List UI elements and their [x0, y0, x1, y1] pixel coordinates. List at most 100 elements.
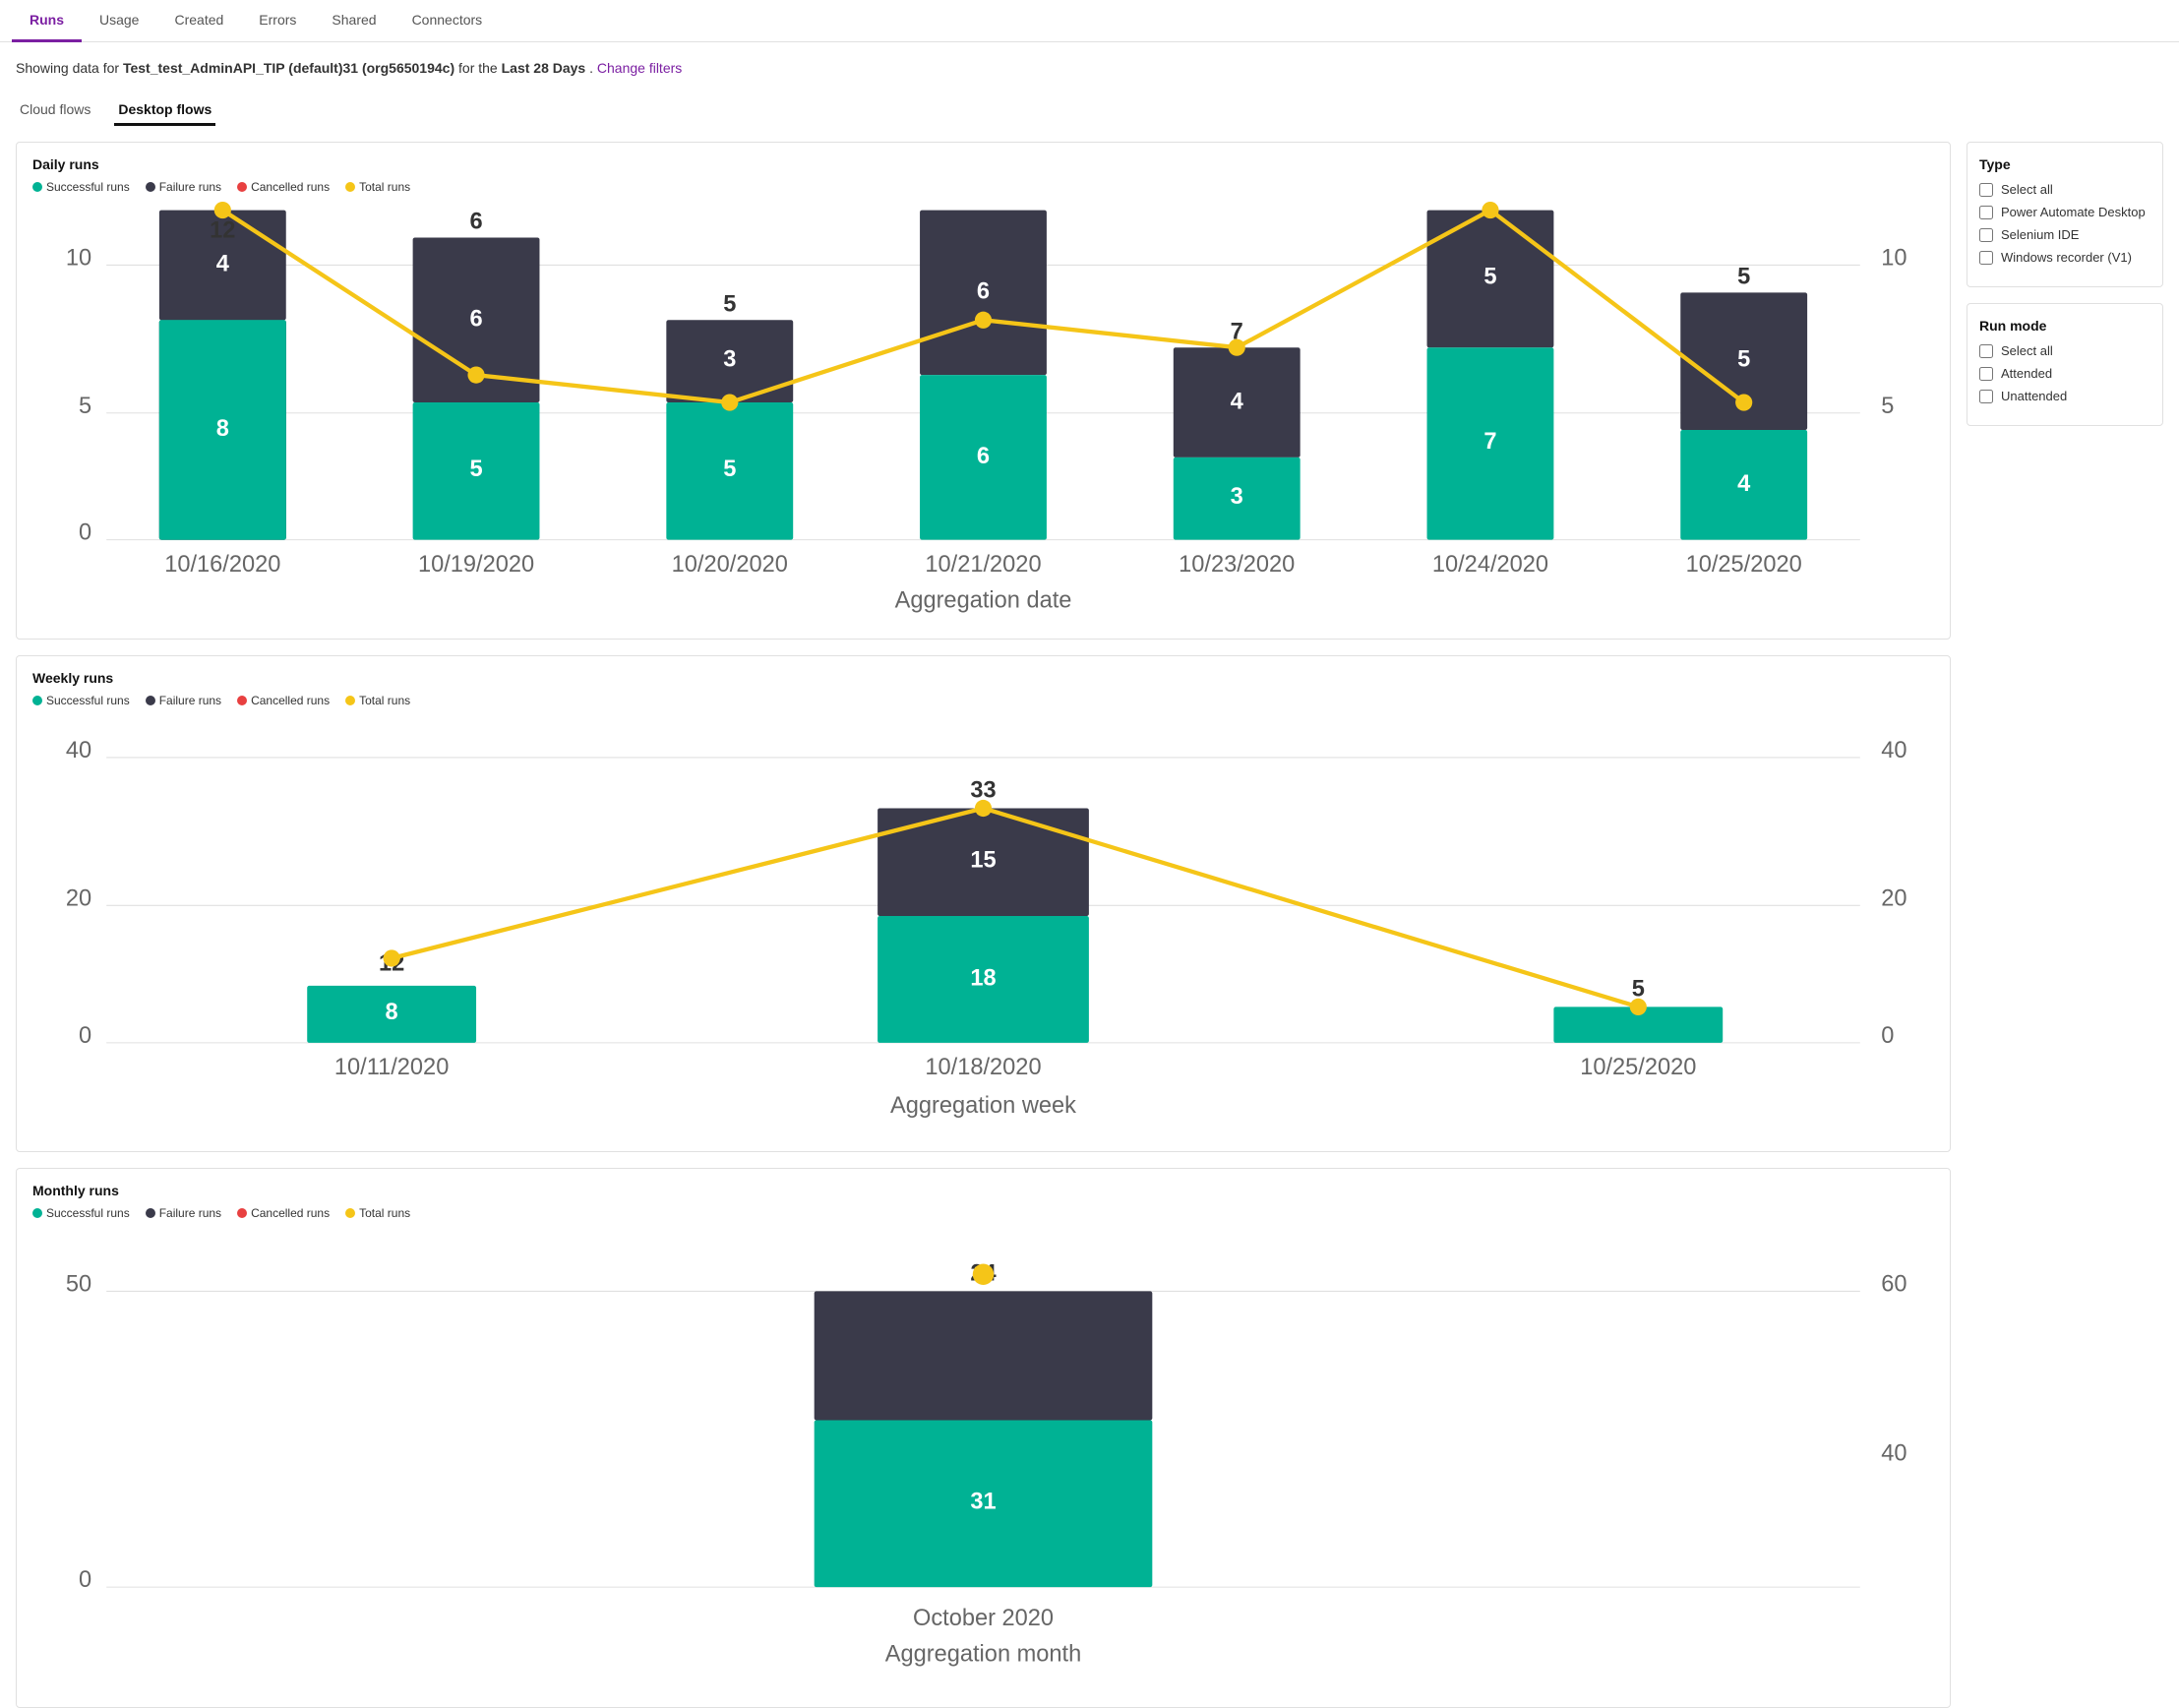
xaxis-6: 10/24/2020	[1432, 552, 1548, 578]
runmode-select-all[interactable]: Select all	[1979, 343, 2150, 358]
badge-total-4: 8	[977, 202, 990, 208]
wdot-2	[975, 799, 992, 816]
legend-label-failure: Failure runs	[159, 180, 221, 194]
wy-r20: 20	[1881, 885, 1907, 911]
monthly-label-failure: Failure runs	[159, 1206, 221, 1220]
header-info: Showing data for Test_test_AdminAPI_TIP …	[0, 42, 2179, 86]
wbadge-failure-2: 15	[970, 847, 996, 873]
xaxis-1: 10/16/2020	[164, 552, 280, 578]
tab-connectors[interactable]: Connectors	[394, 0, 501, 42]
mxaxis-1: October 2020	[913, 1606, 1054, 1631]
weekly-legend-successful: Successful runs	[32, 694, 130, 707]
y-axis-right-5: 5	[1881, 394, 1894, 419]
header-env: Test_test_AdminAPI_TIP (default)31 (org5…	[123, 60, 454, 76]
weekly-dot-successful	[32, 696, 42, 705]
header-suffix: .	[589, 60, 593, 76]
wy-r0: 0	[1881, 1022, 1894, 1048]
my-50: 50	[66, 1272, 91, 1298]
badge-success-7: 4	[1737, 471, 1750, 497]
mbadge-success: 31	[970, 1490, 996, 1515]
daily-legend: Successful runs Failure runs Cancelled r…	[32, 180, 1934, 194]
subtab-cloud-flows[interactable]: Cloud flows	[16, 95, 94, 126]
weekly-label-total: Total runs	[359, 694, 410, 707]
tab-usage[interactable]: Usage	[82, 0, 156, 42]
weekly-dot-failure	[146, 696, 155, 705]
weekly-runs-title: Weekly runs	[32, 670, 1934, 686]
badge-total-2: 6	[469, 210, 482, 235]
weekly-dot-total	[345, 696, 355, 705]
legend-dot-successful	[32, 182, 42, 192]
type-windows-recorder[interactable]: Windows recorder (V1)	[1979, 250, 2150, 265]
monthly-legend-cancelled: Cancelled runs	[237, 1206, 330, 1220]
y-axis-label-5: 5	[79, 394, 91, 419]
subtab-desktop-flows[interactable]: Desktop flows	[114, 95, 215, 126]
weekly-legend: Successful runs Failure runs Cancelled r…	[32, 694, 1934, 707]
xaxis-7: 10/25/2020	[1686, 552, 1802, 578]
runmode-attended[interactable]: Attended	[1979, 366, 2150, 381]
type-selenium-label: Selenium IDE	[2001, 227, 2079, 242]
legend-label-successful: Successful runs	[46, 180, 130, 194]
weekly-x-title: Aggregation week	[890, 1092, 1076, 1118]
type-select-all-checkbox[interactable]	[1979, 183, 1993, 197]
monthly-legend-successful: Successful runs	[32, 1206, 130, 1220]
xaxis-3: 10/20/2020	[672, 552, 788, 578]
type-selenium[interactable]: Selenium IDE	[1979, 227, 2150, 242]
type-panel: Type Select all Power Automate Desktop S…	[1967, 142, 2163, 287]
tab-shared[interactable]: Shared	[314, 0, 393, 42]
monthly-dot-total	[345, 1208, 355, 1218]
type-selenium-checkbox[interactable]	[1979, 228, 1993, 242]
change-filters-link[interactable]: Change filters	[597, 60, 682, 76]
daily-runs-title: Daily runs	[32, 156, 1934, 172]
runmode-unattended-checkbox[interactable]	[1979, 390, 1993, 403]
badge-failure-1: 4	[216, 252, 229, 277]
badge-success-6: 7	[1483, 429, 1496, 455]
charts-area: Daily runs Successful runs Failure runs …	[16, 142, 1951, 1708]
my-r40: 40	[1881, 1440, 1907, 1466]
total-dot-4	[975, 312, 992, 329]
runmode-unattended[interactable]: Unattended	[1979, 389, 2150, 403]
tab-created[interactable]: Created	[156, 0, 241, 42]
sub-tabs: Cloud flows Desktop flows	[0, 86, 2179, 126]
runmode-select-all-label: Select all	[2001, 343, 2053, 358]
tab-runs[interactable]: Runs	[12, 0, 82, 42]
type-windows-recorder-label: Windows recorder (V1)	[2001, 250, 2132, 265]
badge-success-1: 8	[216, 416, 229, 442]
monthly-label-total: Total runs	[359, 1206, 410, 1220]
runmode-select-all-checkbox[interactable]	[1979, 344, 1993, 358]
mbar-f1	[815, 1292, 1153, 1421]
y-axis-label-10: 10	[66, 245, 91, 271]
wbadge-success-1: 8	[386, 1000, 398, 1025]
weekly-legend-cancelled: Cancelled runs	[237, 694, 330, 707]
runmode-attended-checkbox[interactable]	[1979, 367, 1993, 381]
badge-success-5: 3	[1231, 484, 1243, 510]
my-0: 0	[79, 1567, 91, 1593]
legend-dot-failure	[146, 182, 155, 192]
tab-errors[interactable]: Errors	[241, 0, 314, 42]
daily-runs-panel: Daily runs Successful runs Failure runs …	[16, 142, 1951, 640]
type-pad[interactable]: Power Automate Desktop	[1979, 205, 2150, 219]
mdot-total	[973, 1264, 994, 1285]
type-windows-recorder-checkbox[interactable]	[1979, 251, 1993, 265]
weekly-chart-svg: 40 20 0 40 20 0 12	[32, 715, 1934, 1138]
badge-failure-2: 6	[469, 307, 482, 333]
wy-r40: 40	[1881, 738, 1907, 763]
total-dot-6	[1482, 202, 1498, 218]
legend-successful: Successful runs	[32, 180, 130, 194]
type-pad-label: Power Automate Desktop	[2001, 205, 2146, 219]
monthly-chart-svg: 50 0 60 40 24 31	[32, 1228, 1934, 1693]
badge-failure-3: 3	[723, 346, 736, 372]
type-select-all[interactable]: Select all	[1979, 182, 2150, 197]
header-period: Last 28 Days	[502, 60, 586, 76]
monthly-dot-failure	[146, 1208, 155, 1218]
badge-failure-5: 4	[1231, 389, 1243, 414]
type-pad-checkbox[interactable]	[1979, 206, 1993, 219]
badge-total-7: 5	[1737, 265, 1750, 290]
monthly-legend-failure: Failure runs	[146, 1206, 221, 1220]
main-content: Daily runs Successful runs Failure runs …	[0, 142, 2179, 1708]
legend-label-total: Total runs	[359, 180, 410, 194]
runmode-panel: Run mode Select all Attended Unattended	[1967, 303, 2163, 426]
wbadge-total-2: 33	[970, 777, 996, 803]
y-axis-label-0: 0	[79, 520, 91, 546]
wxaxis-2: 10/18/2020	[925, 1055, 1041, 1080]
wxaxis-1: 10/11/2020	[334, 1055, 449, 1080]
